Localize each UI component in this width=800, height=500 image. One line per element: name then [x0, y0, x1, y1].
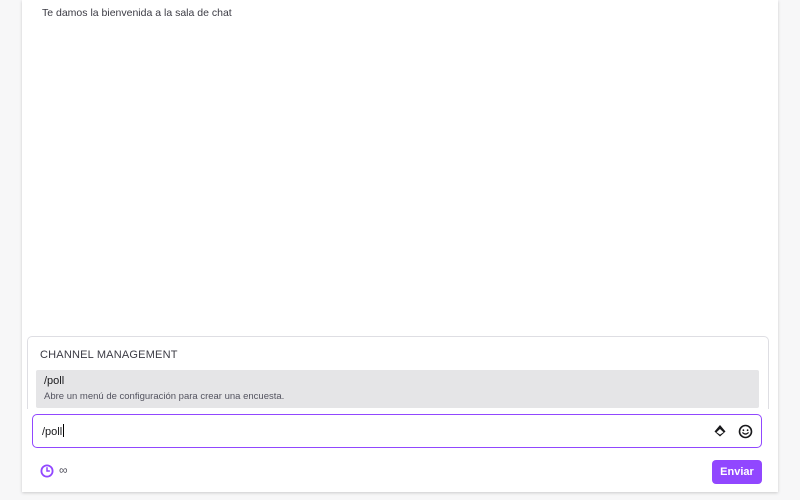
- suggestions-header: CHANNEL MANAGEMENT: [40, 349, 178, 361]
- emote-icon[interactable]: [737, 423, 753, 439]
- bits-icon[interactable]: [712, 423, 728, 439]
- suggestion-item-poll[interactable]: /poll Abre un menú de configuración para…: [36, 370, 759, 408]
- text-caret: [63, 424, 65, 437]
- command-suggestions: CHANNEL MANAGEMENT /poll Abre un menú de…: [27, 336, 769, 409]
- chat-input[interactable]: /poll: [32, 414, 762, 448]
- chat-input-value: /poll: [42, 424, 65, 438]
- suggestion-command: /poll: [44, 375, 65, 387]
- welcome-message: Te damos la bienvenida a la sala de chat: [42, 7, 232, 19]
- send-button[interactable]: Enviar: [712, 460, 762, 484]
- suggestion-description: Abre un menú de configuración para crear…: [44, 391, 285, 402]
- chat-footer: ∞ Enviar: [22, 456, 778, 488]
- chat-panel: Te damos la bienvenida a la sala de chat…: [22, 0, 778, 492]
- slow-mode-value: ∞: [59, 463, 68, 477]
- clock-icon[interactable]: [40, 464, 54, 478]
